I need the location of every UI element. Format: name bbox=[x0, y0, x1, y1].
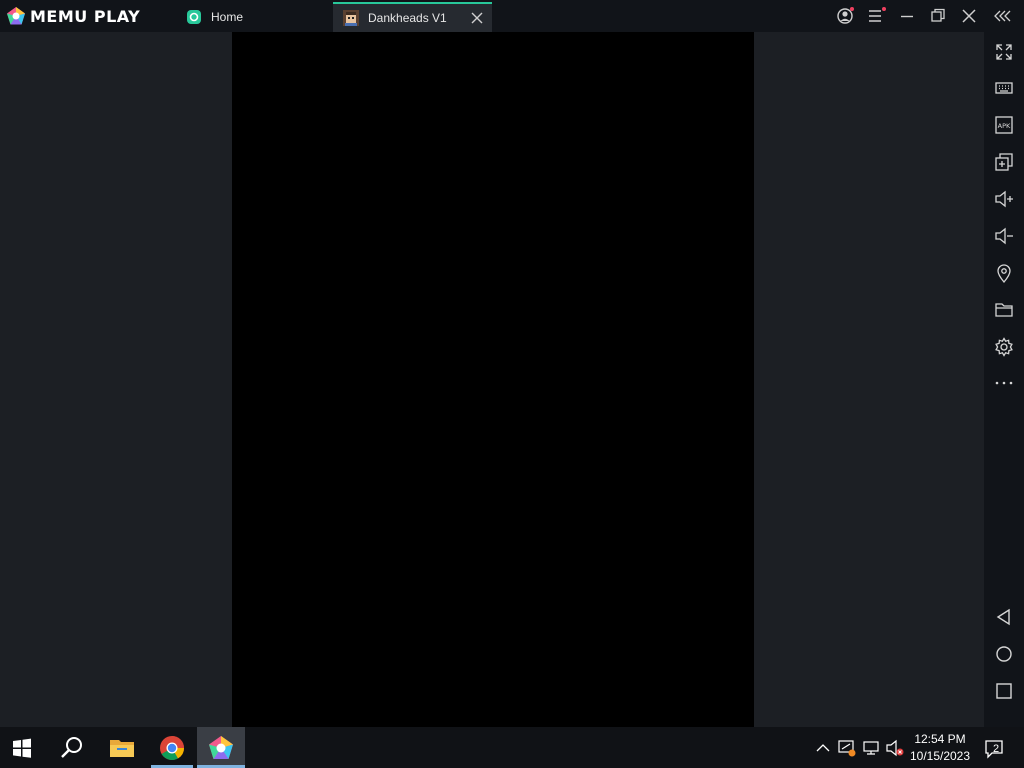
emulator-screen[interactable] bbox=[232, 32, 754, 727]
dankheads-game-icon bbox=[343, 10, 359, 26]
clock-date: 10/15/2023 bbox=[909, 749, 971, 763]
title-bar: MEMU PLAY Home Dankheads V1 bbox=[0, 0, 1024, 32]
show-hidden-icons-icon[interactable] bbox=[814, 739, 832, 757]
home-icon[interactable] bbox=[994, 644, 1014, 664]
shared-folder-icon[interactable] bbox=[994, 300, 1014, 320]
account-icon[interactable] bbox=[835, 6, 855, 26]
recent-apps-icon[interactable] bbox=[994, 681, 1014, 701]
menu-icon[interactable] bbox=[866, 6, 886, 26]
clock-time: 12:54 PM bbox=[914, 732, 966, 746]
volume-up-icon[interactable] bbox=[994, 189, 1014, 209]
volume-down-icon[interactable] bbox=[994, 226, 1014, 246]
memu-icon[interactable] bbox=[208, 735, 234, 761]
tab-dankheads[interactable]: Dankheads V1 bbox=[333, 2, 492, 32]
notification-count: 2 bbox=[993, 743, 1000, 755]
network-alert-icon[interactable] bbox=[838, 739, 856, 757]
multi-instance-icon[interactable] bbox=[994, 152, 1014, 172]
tab-close-icon[interactable] bbox=[470, 11, 484, 25]
right-letterbox bbox=[754, 32, 984, 727]
chrome-icon[interactable] bbox=[159, 735, 185, 761]
settings-icon[interactable] bbox=[994, 337, 1014, 357]
collapse-sidebar-icon[interactable] bbox=[993, 6, 1013, 26]
location-icon[interactable] bbox=[994, 263, 1014, 283]
windows-taskbar: 12:54 PM 10/15/2023 2 bbox=[0, 727, 1024, 768]
tab-home-label: Home bbox=[211, 10, 244, 24]
left-letterbox bbox=[0, 32, 232, 727]
tab-dankheads-label: Dankheads V1 bbox=[368, 11, 447, 25]
brand-name: MEMU PLAY bbox=[30, 6, 141, 26]
more-icon[interactable] bbox=[994, 373, 1014, 393]
close-icon[interactable] bbox=[959, 6, 979, 26]
back-icon[interactable] bbox=[994, 607, 1014, 627]
fullscreen-icon[interactable] bbox=[994, 42, 1014, 62]
apk-install-icon[interactable]: APK bbox=[994, 115, 1014, 135]
taskbar-clock[interactable]: 12:54 PM 10/15/2023 bbox=[902, 731, 978, 765]
keyboard-mapping-icon[interactable] bbox=[994, 78, 1014, 98]
svg-text:APK: APK bbox=[998, 122, 1011, 130]
emulator-toolbar: APK bbox=[984, 32, 1024, 727]
tab-home[interactable]: Home bbox=[182, 2, 332, 32]
memu-logo: MEMU PLAY bbox=[6, 6, 140, 26]
network-icon[interactable] bbox=[862, 739, 880, 757]
file-explorer-icon[interactable] bbox=[109, 735, 135, 761]
memu-app-store-icon bbox=[187, 10, 201, 24]
restore-icon[interactable] bbox=[928, 6, 948, 26]
search-icon[interactable] bbox=[59, 735, 85, 761]
memu-logo-icon bbox=[7, 7, 25, 25]
minimize-icon[interactable] bbox=[897, 6, 917, 26]
windows-start-icon[interactable] bbox=[11, 737, 33, 759]
